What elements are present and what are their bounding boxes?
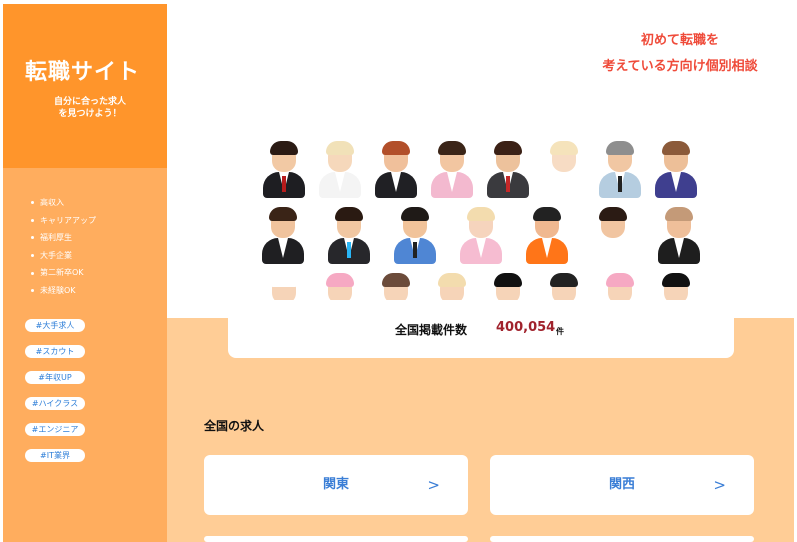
person-hair [550,273,578,287]
person-icon [651,140,701,200]
person-icon [522,206,572,266]
person-icon [259,140,309,200]
person-icon [539,140,589,200]
region-card-kansai[interactable]: 関西 > [490,455,754,515]
tag-engineer[interactable]: #エンジニア [25,423,85,436]
region-card-next[interactable] [490,536,754,542]
tag-high-class[interactable]: #ハイクラス [25,397,85,410]
person-icon [539,272,589,300]
person-hair [326,141,354,155]
people-illustration [255,138,705,300]
person-hair [401,207,429,221]
person-icon [258,206,308,266]
bullet-icon [31,201,34,205]
listing-count-unit: 件 [556,327,564,336]
feature-item[interactable]: 第二新卒OK [31,264,96,282]
bullet-icon [31,218,34,222]
bullet-icon [31,271,34,275]
feature-label: 第二新卒OK [40,268,84,278]
person-icon [315,272,365,300]
person-hair [550,141,578,155]
feature-list: 高収入 キャリアアップ 福利厚生 大手企業 第二新卒OK 未経験OK [31,194,96,300]
feature-item[interactable]: 高収入 [31,194,96,212]
consult-line-2: 考えている方向け個別相談 [602,59,758,74]
person-icon [595,272,645,300]
feature-item[interactable]: 大手企業 [31,247,96,265]
bullet-icon [31,289,34,293]
person-icon [654,206,704,266]
feature-label: 大手企業 [40,250,72,260]
person-icon [483,272,533,300]
sidebar-header: 転職サイト 自分に合った求人 を見つけよう！ [3,4,167,168]
person-hair [438,273,466,287]
person-hair [662,141,690,155]
person-hair [326,273,354,287]
person-icon [259,272,309,300]
person-icon [324,206,374,266]
listing-count-value: 400,054 [496,320,556,335]
feature-label: 高収入 [40,198,64,207]
sidebar: 転職サイト 自分に合った求人 を見つけよう！ 高収入 キャリアアップ 福利厚生 … [3,4,167,542]
person-icon [595,140,645,200]
person-hair [335,207,363,221]
person-icon [651,272,701,300]
person-icon [390,206,440,266]
person-icon [456,206,506,266]
individual-consultation-link[interactable]: 初めて転職を 考えている方向け個別相談 [580,28,780,80]
site-tagline: 自分に合った求人 を見つけよう！ [25,96,155,120]
feature-item[interactable]: 未経験OK [31,282,96,300]
tag-salary-up[interactable]: #年収UP [25,371,85,384]
chevron-right-icon: > [713,476,726,494]
person-tie [618,176,622,192]
feature-item[interactable]: キャリアアップ [31,212,96,230]
listing-count-card: 全国掲載件数 400,054 件 [228,300,734,358]
region-card-next[interactable] [204,536,468,542]
bullet-icon [31,254,34,258]
person-hair [382,141,410,155]
page: 転職サイト 自分に合った求人 を見つけよう！ 高収入 キャリアアップ 福利厚生 … [0,0,797,542]
person-hair [270,141,298,155]
person-hair [494,273,522,287]
feature-label: キャリアアップ [40,215,96,225]
person-tie [282,176,286,192]
feature-label: 福利厚生 [40,233,72,243]
person-hair [467,207,495,221]
tag-large-companies[interactable]: #大手求人 [25,319,85,332]
chevron-right-icon: > [427,476,440,494]
person-hair [382,273,410,287]
bullet-icon [31,236,34,240]
person-icon [427,140,477,200]
person-icon [588,206,638,266]
person-hair [438,141,466,155]
person-hair [662,273,690,287]
listing-count-label: 全国掲載件数 [395,323,468,337]
person-hair [606,273,634,287]
person-tie [413,242,417,258]
person-hair [533,207,561,221]
person-hair [269,207,297,221]
person-tie [347,242,351,258]
tagline-line-1: 自分に合った求人 [53,97,126,107]
feature-label: 未経験OK [40,285,76,295]
region-card-kanto[interactable]: 関東 > [204,455,468,515]
site-title[interactable]: 転職サイト [25,54,140,86]
person-icon [371,272,421,300]
person-hair [494,141,522,155]
person-icon [315,140,365,200]
tagline-line-2: を見つけよう！ [58,109,122,119]
person-icon [427,272,477,300]
person-hair [599,207,627,221]
person-icon [371,140,421,200]
consult-line-1: 初めて転職を [640,33,719,48]
person-hair [270,273,298,287]
person-hair [606,141,634,155]
section-title-nationwide-jobs: 全国の求人 [204,419,265,433]
tag-it-industry[interactable]: #IT業界 [25,449,85,462]
person-tie [506,176,510,192]
person-icon [483,140,533,200]
tag-scout[interactable]: #スカウト [25,345,85,358]
feature-item[interactable]: 福利厚生 [31,229,96,247]
person-hair [665,207,693,221]
